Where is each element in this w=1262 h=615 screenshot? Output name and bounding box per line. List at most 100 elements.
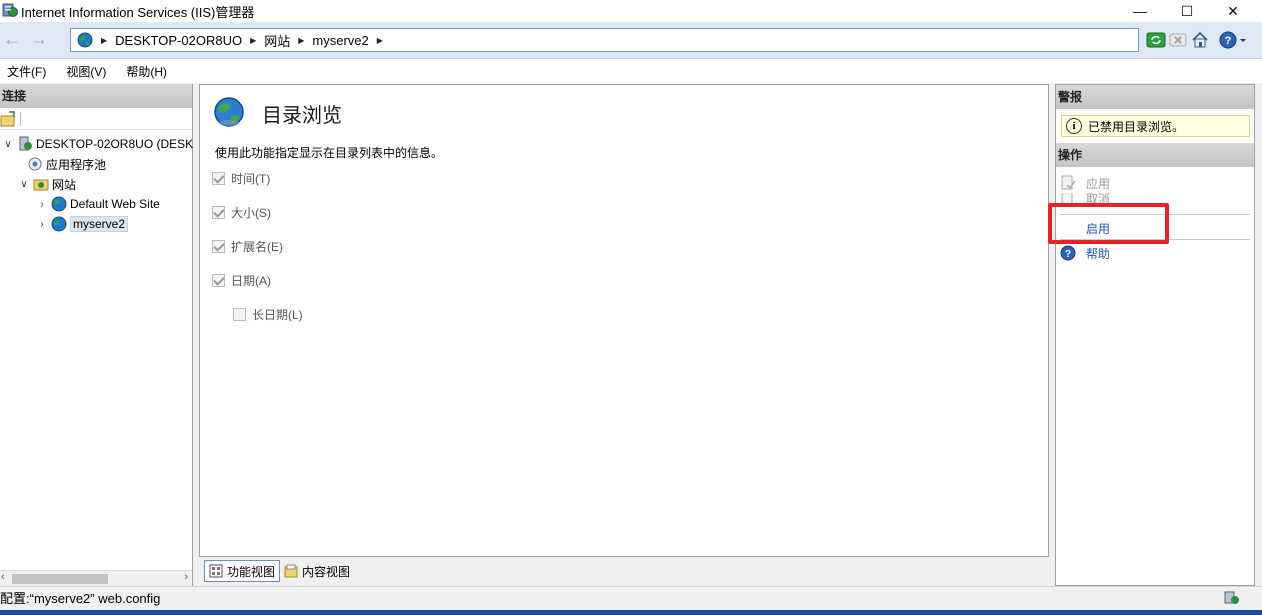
features-view-icon — [209, 564, 223, 578]
page-description: 使用此功能指定显示在目录列表中的信息。 — [215, 146, 444, 160]
globe-icon — [77, 32, 93, 48]
action-label: 帮助 — [1086, 246, 1111, 261]
help-icon: ? — [1060, 245, 1076, 261]
tree-node-server[interactable]: ∨ DESKTOP-02OR8UO (DESK — [2, 134, 193, 154]
directory-browsing-globe-icon — [214, 97, 244, 127]
title-bar: Internet Information Services (IIS)管理器 —… — [0, 0, 1262, 22]
window-title: Internet Information Services (IIS)管理器 — [21, 5, 255, 20]
expand-chevron-icon[interactable]: › — [36, 199, 48, 210]
actions-panel: 警报 i 已禁用目录浏览。 操作 应用 取消 启用 ? 帮助 — [1055, 84, 1255, 586]
sites-folder-icon — [33, 179, 49, 191]
server-icon — [19, 136, 32, 151]
address-toolbar: ← → ▶ DESKTOP-02OR8UO ▶ 网站 ▶ myserve2 ▶ … — [0, 22, 1262, 59]
refresh-icon[interactable] — [1146, 30, 1166, 50]
alerts-header: 警报 — [1056, 85, 1254, 109]
scroll-left-icon[interactable]: ‹ — [1, 571, 5, 583]
apply-icon — [1061, 175, 1076, 190]
collapse-chevron-icon[interactable]: ∨ — [2, 139, 14, 150]
option-label: 长日期(L) — [252, 308, 303, 322]
checkbox-time[interactable] — [212, 172, 225, 185]
menu-view[interactable]: 视图(V) — [66, 63, 106, 80]
alert-text: 已禁用目录浏览。 — [1088, 119, 1185, 134]
create-connection-icon[interactable] — [0, 111, 16, 127]
back-arrow-icon[interactable]: ← — [1, 30, 23, 50]
breadcrumb-server[interactable]: DESKTOP-02OR8UO — [115, 33, 242, 48]
checkbox-date[interactable] — [212, 274, 225, 287]
page-title: 目录浏览 — [262, 105, 342, 127]
connection-status-icon — [1224, 591, 1239, 604]
breadcrumb-separator: ▶ — [298, 35, 305, 45]
breadcrumb-separator: ▶ — [250, 35, 257, 45]
option-date[interactable]: 日期(A) — [212, 272, 271, 289]
checkbox-size[interactable] — [212, 206, 225, 219]
option-label: 日期(A) — [231, 274, 271, 288]
connections-panel: 连接 ∨ DESKTOP-02OR8UO (DESK 应用程序池 ∨ 网站 › — [0, 84, 193, 586]
globe-icon — [51, 216, 67, 232]
option-label: 时间(T) — [231, 172, 271, 186]
action-label: 取消 — [1086, 193, 1111, 203]
tree-node-sites[interactable]: ∨ 网站 — [18, 174, 76, 194]
toolbar-divider — [20, 112, 21, 126]
scrollbar-thumb[interactable] — [12, 574, 108, 584]
tab-label: 功能视图 — [227, 564, 276, 579]
tree-label: 网站 — [52, 177, 77, 192]
expand-chevron-icon[interactable]: › — [36, 219, 48, 230]
tree-node-myserve2[interactable]: › myserve2 — [36, 214, 129, 234]
connections-header: 连接 — [0, 84, 192, 108]
collapse-chevron-icon[interactable]: ∨ — [18, 179, 30, 190]
tree-label: myserve2 — [70, 216, 129, 232]
breadcrumb-separator: ▶ — [376, 35, 383, 45]
status-bar: 配置:“myserve2” web.config — [0, 586, 1262, 610]
menu-bar: 文件(F) 视图(V) 帮助(H) — [0, 59, 1262, 83]
option-time[interactable]: 时间(T) — [212, 170, 270, 187]
option-long-date[interactable]: 长日期(L) — [233, 306, 303, 323]
home-icon[interactable] — [1190, 30, 1210, 50]
option-label: 大小(S) — [231, 206, 271, 220]
checkbox-long-date[interactable] — [233, 308, 246, 321]
actions-header: 操作 — [1056, 143, 1254, 167]
cancel-icon — [1061, 193, 1073, 203]
tab-content-view[interactable]: 内容视图 — [280, 560, 354, 582]
svg-text:?: ? — [1065, 249, 1071, 260]
tree-node-default-site[interactable]: › Default Web Site — [36, 194, 160, 214]
forward-arrow-icon[interactable]: → — [28, 30, 50, 50]
option-size[interactable]: 大小(S) — [212, 204, 271, 221]
content-view-icon — [284, 564, 298, 578]
menu-help[interactable]: 帮助(H) — [126, 63, 167, 80]
close-button[interactable]: ✕ — [1210, 0, 1256, 22]
option-extension[interactable]: 扩展名(E) — [212, 238, 283, 255]
alert-message: i 已禁用目录浏览。 — [1061, 115, 1250, 137]
feature-page: 目录浏览 使用此功能指定显示在目录列表中的信息。 时间(T) 大小(S) 扩展名… — [199, 84, 1049, 557]
taskbar-edge — [0, 610, 1262, 615]
tree-label: DESKTOP-02OR8UO (DESK — [36, 137, 194, 151]
info-icon: i — [1066, 118, 1082, 134]
stop-icon[interactable] — [1168, 30, 1188, 50]
scroll-right-icon[interactable]: › — [184, 571, 188, 583]
view-tabs: 功能视图 内容视图 — [199, 558, 1049, 584]
breadcrumb-sites[interactable]: 网站 — [264, 31, 290, 50]
breadcrumb-separator: ▶ — [101, 35, 108, 45]
tab-features-view[interactable]: 功能视图 — [204, 560, 281, 582]
address-bar[interactable]: ▶ DESKTOP-02OR8UO ▶ 网站 ▶ myserve2 ▶ — [70, 28, 1139, 52]
help-dropdown-icon[interactable]: ? — [1218, 30, 1248, 50]
svg-text:?: ? — [1225, 35, 1232, 47]
maximize-button[interactable]: ☐ — [1164, 0, 1210, 22]
tab-label: 内容视图 — [302, 564, 351, 579]
status-text: 配置:“myserve2” web.config — [0, 591, 161, 606]
iis-app-icon — [2, 3, 18, 17]
app-pool-icon — [28, 157, 42, 171]
globe-icon — [51, 196, 67, 212]
menu-file[interactable]: 文件(F) — [7, 63, 46, 80]
checkbox-extension[interactable] — [212, 240, 225, 253]
option-label: 扩展名(E) — [231, 240, 283, 254]
action-apply[interactable]: 应用 — [1060, 174, 1110, 192]
action-help[interactable]: ? 帮助 — [1060, 244, 1110, 262]
tree-node-app-pools[interactable]: 应用程序池 — [24, 154, 106, 174]
minimize-button[interactable]: — — [1117, 0, 1163, 22]
action-cancel[interactable]: 取消 — [1060, 193, 1110, 203]
breadcrumb-site[interactable]: myserve2 — [312, 33, 368, 48]
connections-toolbar — [0, 108, 192, 130]
horizontal-scrollbar[interactable]: ‹ › — [0, 570, 192, 586]
action-label: 应用 — [1086, 176, 1111, 191]
tree-label: 应用程序池 — [46, 157, 107, 172]
